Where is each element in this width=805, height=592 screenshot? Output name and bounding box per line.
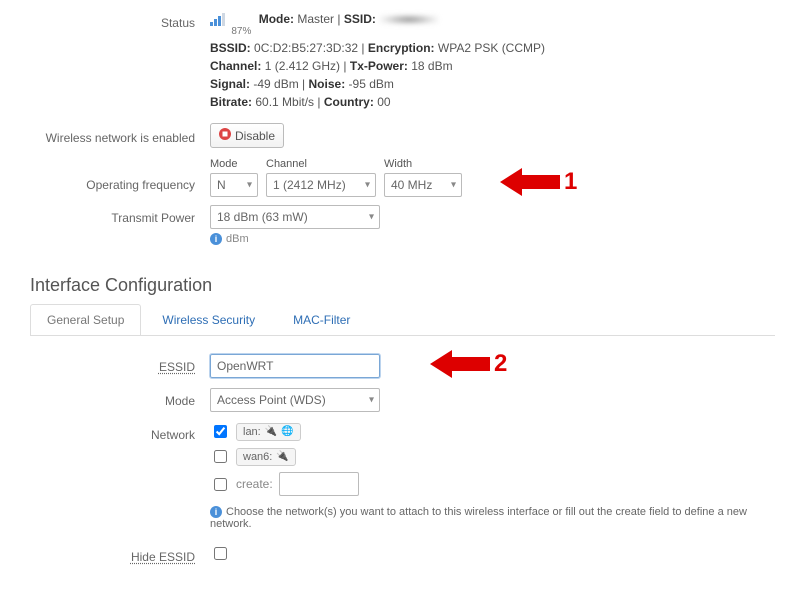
status-block: 87% Mode: Master | SSID: BSSID: 0C:D2:B5… xyxy=(210,10,775,111)
hide-essid-checkbox[interactable] xyxy=(214,547,227,560)
tab-wireless-security[interactable]: Wireless Security xyxy=(145,304,272,335)
essid-input[interactable] xyxy=(210,354,380,378)
disable-button[interactable]: Disable xyxy=(210,123,284,148)
info-icon: i xyxy=(210,233,222,245)
essid-label: ESSID xyxy=(159,360,195,374)
network-hint: Choose the network(s) you want to attach… xyxy=(210,506,747,530)
plug-icon: 🔌 xyxy=(276,451,288,462)
network-lan-checkbox[interactable] xyxy=(214,425,227,438)
network-create-input[interactable] xyxy=(279,472,359,496)
iface-tabs: General Setup Wireless Security MAC-Filt… xyxy=(30,304,775,336)
network-wan6-badge: wan6: 🔌 xyxy=(236,448,296,466)
txpower-label: Transmit Power xyxy=(30,205,210,225)
network-label: Network xyxy=(30,422,210,442)
status-label: Status xyxy=(30,10,210,30)
enabled-label: Wireless network is enabled xyxy=(30,123,210,145)
bridge-icon: 🌐 xyxy=(281,426,293,437)
tab-mac-filter[interactable]: MAC-Filter xyxy=(276,304,367,335)
network-create-checkbox[interactable] xyxy=(214,478,227,491)
width-col-head: Width xyxy=(384,158,462,170)
iface-mode-select[interactable]: Access Point (WDS) xyxy=(210,388,380,412)
plug-icon: 🔌 xyxy=(265,426,277,437)
txpower-select[interactable]: 18 dBm (63 mW) xyxy=(210,205,380,229)
mode-col-head: Mode xyxy=(210,158,258,170)
opfreq-label: Operating frequency xyxy=(30,158,210,192)
create-label: create: xyxy=(236,477,273,491)
iface-heading: Interface Configuration xyxy=(30,275,775,296)
hide-essid-label: Hide ESSID xyxy=(131,550,195,564)
network-lan-badge: lan: 🔌 🌐 xyxy=(236,423,301,441)
network-wan6-checkbox[interactable] xyxy=(214,450,227,463)
iface-mode-label: Mode xyxy=(30,388,210,408)
signal-percent: 87% xyxy=(231,24,251,39)
ssid-redacted xyxy=(379,14,439,25)
channel-select[interactable]: 1 (2412 MHz) xyxy=(266,173,376,197)
mode-select[interactable]: N xyxy=(210,173,258,197)
stop-icon xyxy=(219,128,231,143)
signal-strength-icon xyxy=(210,12,226,31)
txpower-hint: dBm xyxy=(226,233,249,245)
width-select[interactable]: 40 MHz xyxy=(384,173,462,197)
info-icon: i xyxy=(210,506,222,518)
channel-col-head: Channel xyxy=(266,158,376,170)
tab-general-setup[interactable]: General Setup xyxy=(30,304,141,335)
